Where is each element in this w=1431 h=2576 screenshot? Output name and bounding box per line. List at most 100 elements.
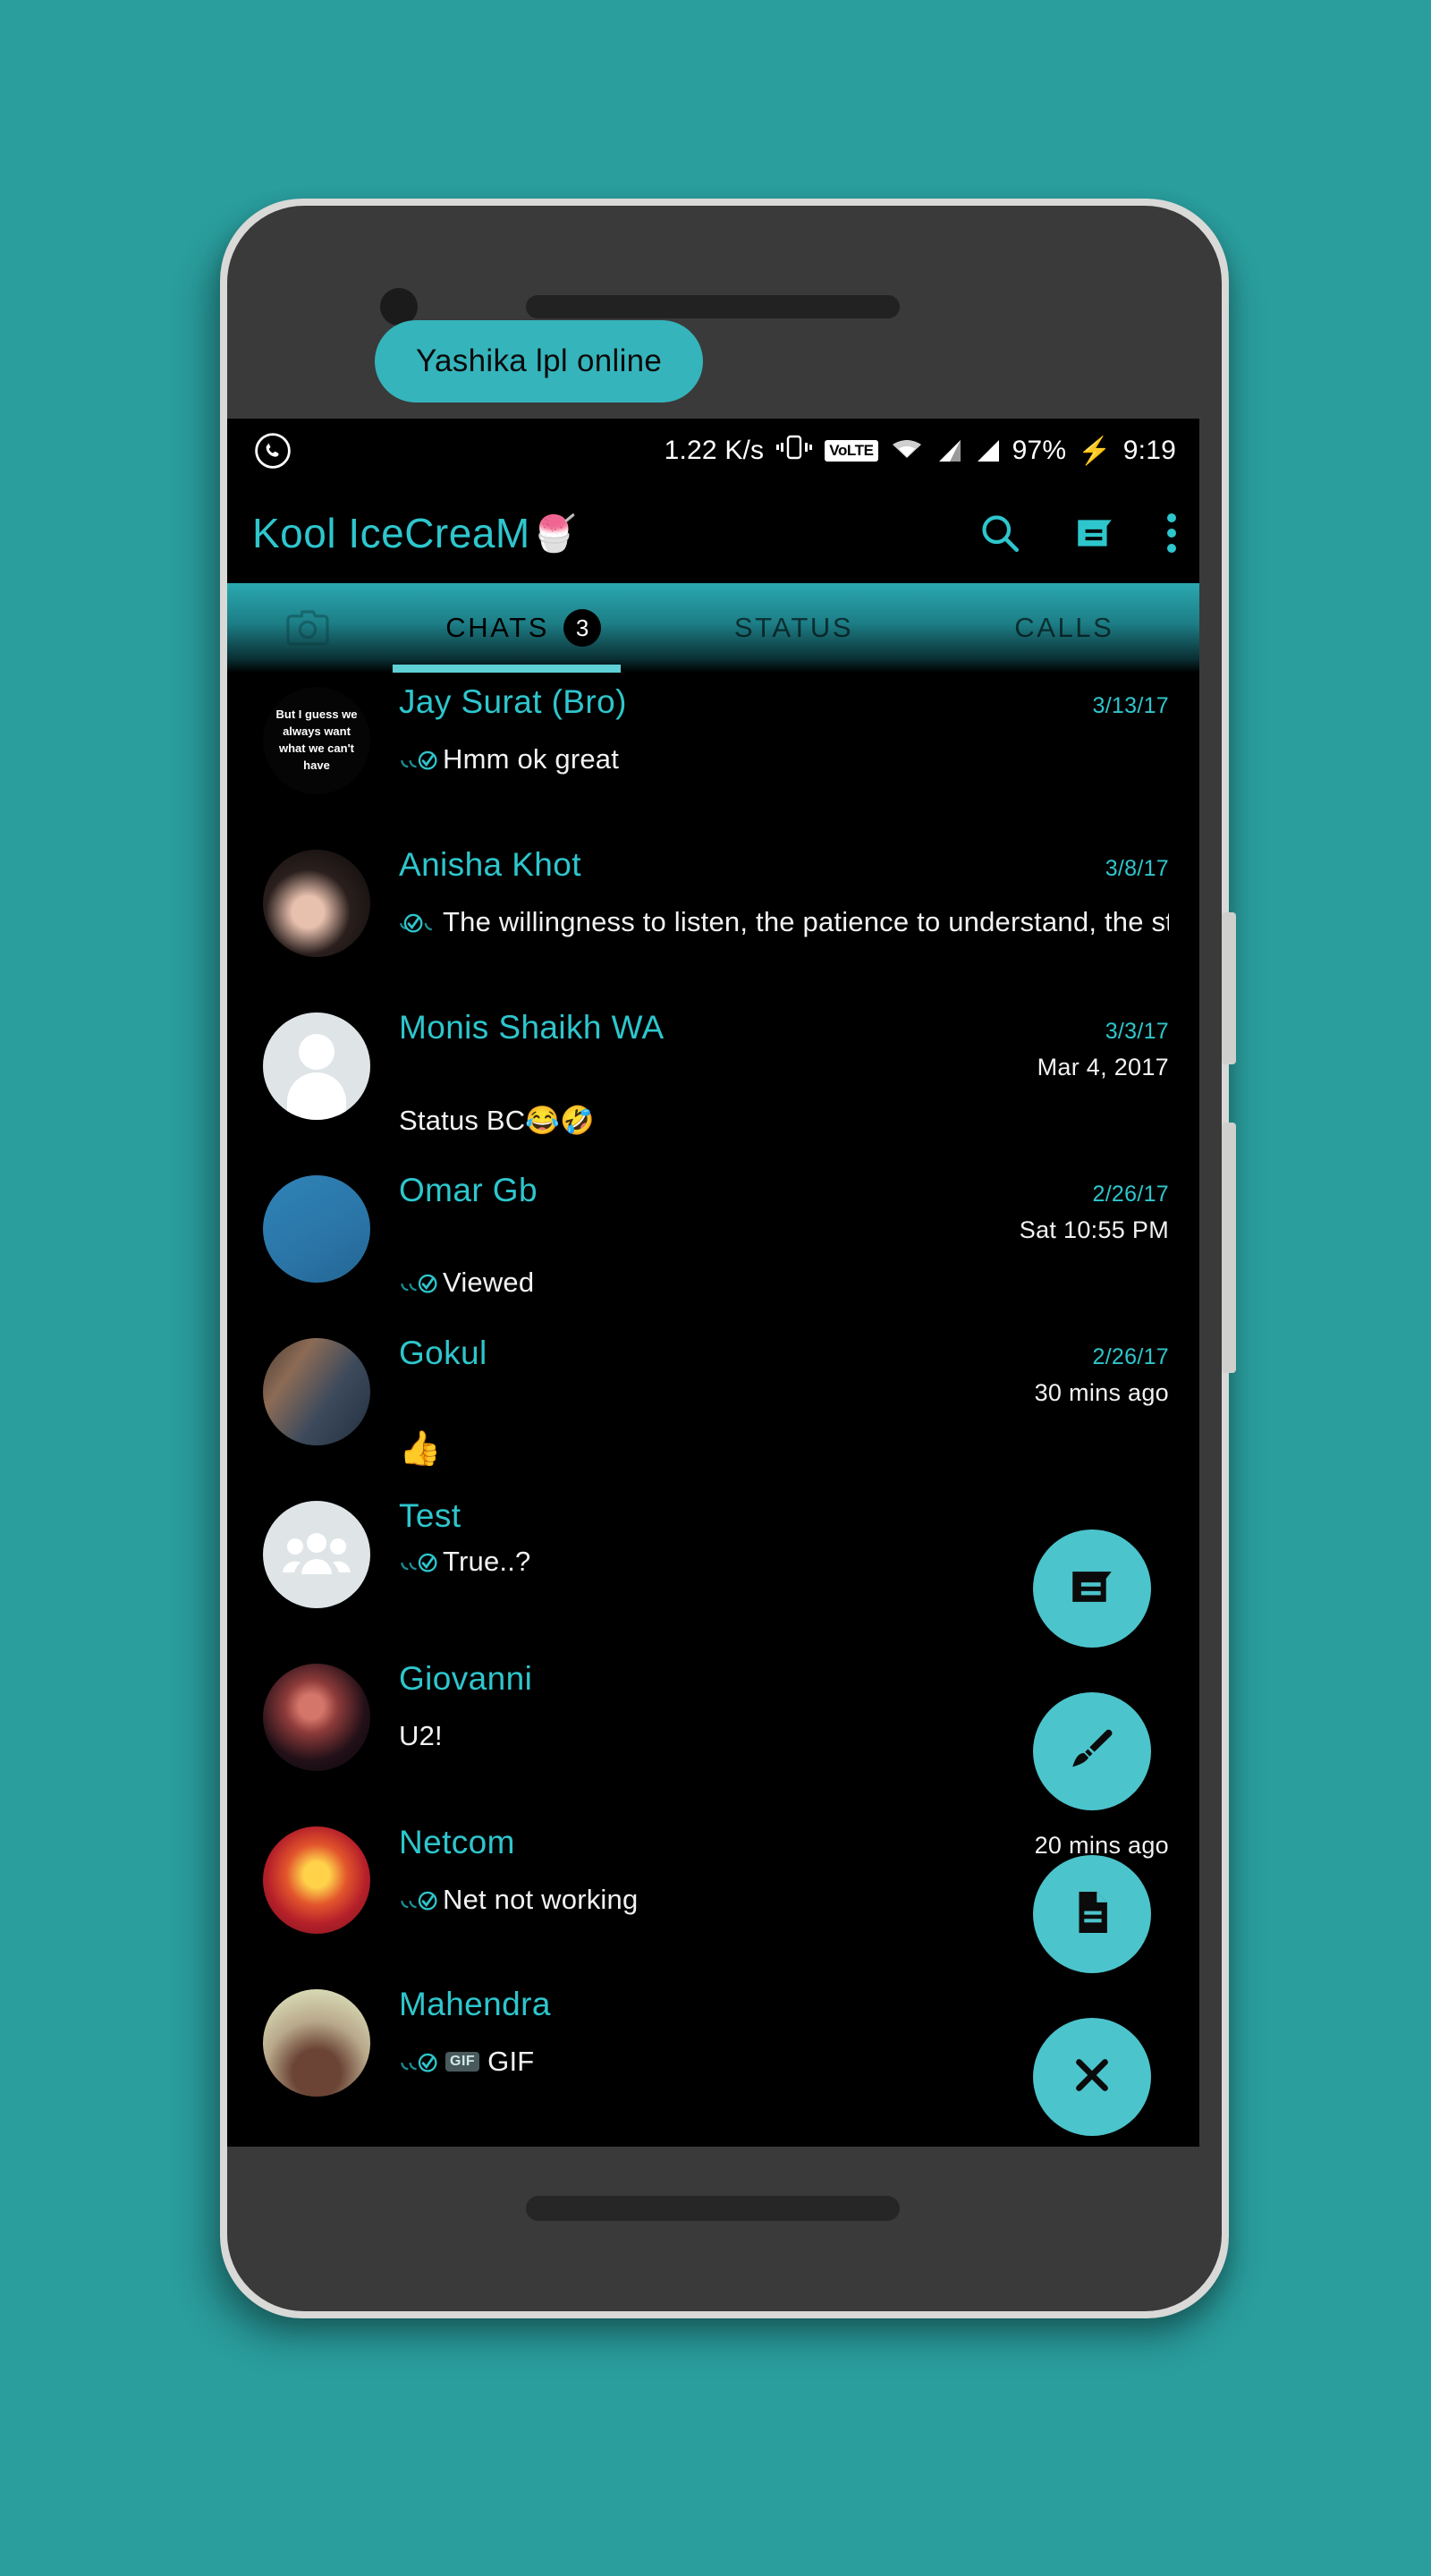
whatsapp-icon xyxy=(254,432,292,470)
tab-camera[interactable] xyxy=(227,608,388,648)
chat-sub-meta: Sat 10:55 PM xyxy=(1019,1216,1169,1243)
table-row[interactable]: Omar Gb 2/26/17 Sat 10:55 PM Viewed xyxy=(227,1161,1199,1324)
tab-status[interactable]: STATUS xyxy=(658,583,928,673)
earpiece-speaker xyxy=(526,295,900,318)
fab-menu xyxy=(1033,1530,1151,2136)
tab-calls[interactable]: CALLS xyxy=(929,583,1199,673)
chat-row-main: Gokul 2/26/17 30 mins ago 👍 xyxy=(370,1324,1169,1469)
chat-meta: 3/13/17 xyxy=(1078,693,1169,719)
chat-preview: Hmm ok great xyxy=(399,743,1169,775)
chat-preview-text: Net not working xyxy=(443,1884,639,1915)
volte-badge: VoLTE xyxy=(825,440,878,462)
chat-list[interactable]: But I guess we always want what we can't… xyxy=(227,673,1199,2147)
avatar[interactable] xyxy=(263,1826,370,1934)
chat-name: Test xyxy=(399,1497,461,1534)
document-icon xyxy=(1066,1886,1118,1943)
double-check-icon xyxy=(399,1549,440,1574)
document-fab[interactable] xyxy=(1033,1855,1151,1973)
tab-indicator xyxy=(393,665,621,673)
chat-date: 3/3/17 xyxy=(1105,1019,1169,1044)
chat-date: 2/26/17 xyxy=(1092,1182,1169,1207)
status-badge[interactable]: Yashika lpl online xyxy=(375,320,704,402)
chat-row-main: Anisha Khot 3/8/17 The willingness to li… xyxy=(370,835,1169,938)
tab-calls-label: CALLS xyxy=(1014,612,1114,643)
double-check-icon xyxy=(399,747,440,772)
app-bar: Kool IceCreaM 🍧 xyxy=(227,483,1199,583)
chat-name: Omar Gb xyxy=(399,1172,538,1208)
double-check-icon xyxy=(399,2049,440,2074)
overflow-menu-icon[interactable] xyxy=(1167,513,1176,553)
chat-sub-meta: 30 mins ago xyxy=(1034,1379,1169,1406)
avatar[interactable] xyxy=(263,850,370,957)
chat-preview-text: Status BC😂🤣 xyxy=(399,1105,595,1136)
chat-preview-text: True..? xyxy=(443,1546,531,1577)
new-chat-fab[interactable] xyxy=(1033,1530,1151,1648)
chat-name: Gokul xyxy=(399,1335,487,1371)
chat-name: Netcom xyxy=(399,1824,515,1860)
tab-bar: CHATS 3 STATUS CALLS xyxy=(227,583,1199,673)
power-button[interactable] xyxy=(1222,912,1236,1064)
screenshot-root: 1.22 K/s VoLTE 97% ⚡ 9:19 Kool IceCreaM … xyxy=(0,0,1431,2576)
close-fab[interactable] xyxy=(1033,2018,1151,2136)
signal-bars-icon xyxy=(936,438,962,463)
chat-preview-text: 👍 xyxy=(399,1430,442,1468)
chat-meta: 2/26/17 30 mins ago xyxy=(1020,1344,1169,1407)
chat-preview-text: Hmm ok great xyxy=(443,743,620,775)
message-icon[interactable] xyxy=(1072,511,1117,555)
table-row[interactable]: Anisha Khot 3/8/17 The willingness to li… xyxy=(227,835,1199,998)
paintbrush-icon xyxy=(1066,1724,1118,1780)
chat-name: Monis Shaikh WA xyxy=(399,1009,665,1046)
avatar[interactable] xyxy=(263,1664,370,1771)
double-check-icon xyxy=(399,1887,440,1912)
paint-fab[interactable] xyxy=(1033,1692,1151,1810)
status-bar: 1.22 K/s VoLTE 97% ⚡ 9:19 xyxy=(227,419,1199,483)
avatar-photo xyxy=(263,1338,370,1445)
chat-name: Giovanni xyxy=(399,1660,533,1697)
avatar[interactable] xyxy=(263,1989,370,2097)
avatar-photo xyxy=(263,850,370,957)
chat-date: 3/13/17 xyxy=(1092,693,1169,718)
tab-chats[interactable]: CHATS 3 xyxy=(388,583,658,673)
search-icon[interactable] xyxy=(978,511,1022,555)
avatar-photo xyxy=(263,1989,370,2097)
chat-meta: 3/8/17 xyxy=(1091,856,1169,882)
chat-preview-text: U2! xyxy=(399,1720,443,1751)
table-row[interactable]: But I guess we always want what we can't… xyxy=(227,673,1199,835)
chat-date: 2/26/17 xyxy=(1092,1344,1169,1369)
network-speed: 1.22 K/s xyxy=(664,436,765,465)
chat-preview-text: The willingness to listen, the patience … xyxy=(443,906,1169,937)
chat-name: Jay Surat (Bro) xyxy=(399,683,627,720)
chat-sub-meta: Mar 4, 2017 xyxy=(1037,1054,1169,1080)
chat-preview: Status BC😂🤣 xyxy=(399,1104,1169,1137)
avatar-solid xyxy=(263,1175,370,1283)
home-button-bar[interactable] xyxy=(526,2196,900,2221)
vibrate-icon xyxy=(775,434,813,468)
avatar[interactable] xyxy=(263,1013,370,1120)
avatar[interactable] xyxy=(263,1501,370,1608)
chat-preview-text: Viewed xyxy=(443,1267,535,1298)
page-title: Kool IceCreaM 🍧 xyxy=(252,509,577,557)
avatar[interactable] xyxy=(263,1175,370,1283)
chat-name: Mahendra xyxy=(399,1986,551,2022)
close-icon xyxy=(1066,2049,1118,2106)
table-row[interactable]: Monis Shaikh WA 3/3/17 Mar 4, 2017 Statu… xyxy=(227,998,1199,1161)
avatar-group-icon xyxy=(263,1501,370,1608)
chats-unread-badge: 3 xyxy=(563,609,602,647)
volume-button[interactable] xyxy=(1222,1123,1236,1373)
phone-screen: 1.22 K/s VoLTE 97% ⚡ 9:19 Kool IceCreaM … xyxy=(227,419,1199,2147)
table-row[interactable]: Gokul 2/26/17 30 mins ago 👍 xyxy=(227,1324,1199,1487)
avatar-photo xyxy=(263,1826,370,1934)
message-icon xyxy=(1066,1561,1118,1617)
chat-date: 3/8/17 xyxy=(1105,856,1169,881)
avatar[interactable] xyxy=(263,1338,370,1445)
chat-preview-text: GIF xyxy=(487,2046,535,2077)
double-check-icon xyxy=(399,1270,440,1295)
avatar-photo xyxy=(263,1664,370,1771)
wifi-icon xyxy=(890,434,924,468)
double-check-icon xyxy=(399,910,440,935)
charging-bolt-icon: ⚡ xyxy=(1078,436,1112,466)
app-title-text: Kool IceCreaM xyxy=(252,510,530,556)
avatar[interactable]: But I guess we always want what we can't… xyxy=(263,687,370,794)
chat-preview: 👍 xyxy=(399,1429,1169,1469)
signal-bars-icon-2 xyxy=(974,438,1001,463)
